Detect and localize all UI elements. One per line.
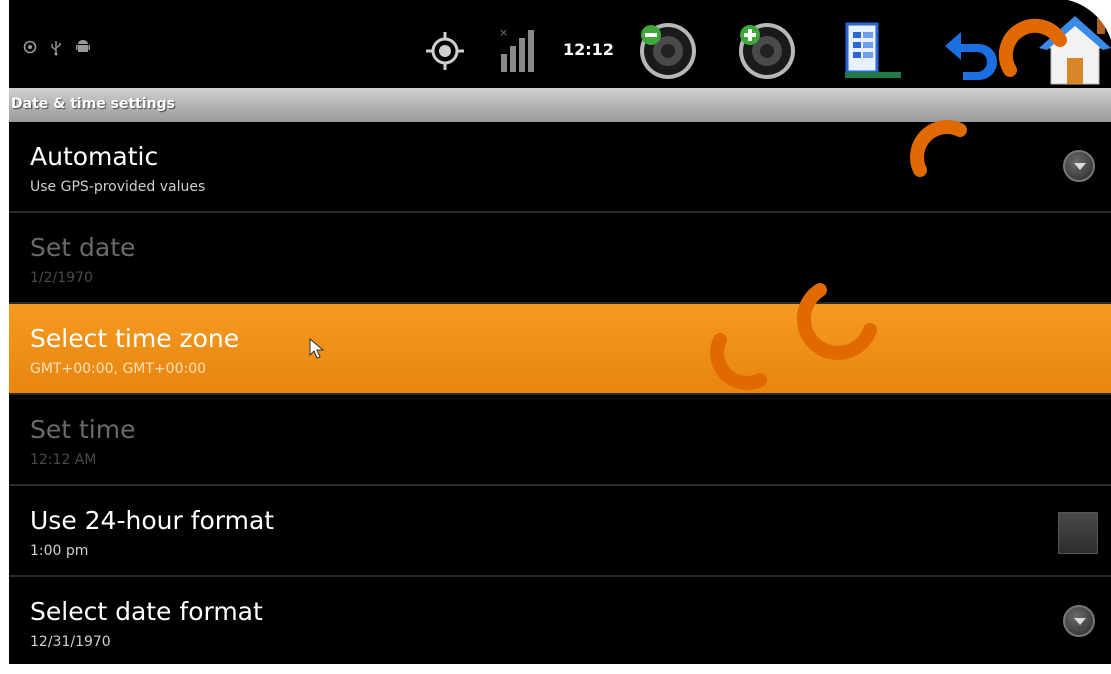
volume-up-icon[interactable] [736, 20, 798, 86]
dropdown-arrow-icon[interactable] [1063, 150, 1095, 182]
gps-icon [424, 30, 466, 76]
setting-subtitle: Use GPS-provided values [30, 179, 206, 195]
setting-automatic[interactable]: Automatic Use GPS-provided values [9, 122, 1111, 213]
notification-icons [23, 40, 90, 56]
android-debug-icon [75, 40, 90, 54]
setting-title: Select date format [30, 597, 263, 626]
setting-title: Automatic [30, 142, 159, 171]
back-icon[interactable] [941, 24, 1003, 84]
device-screen: × 12:12 Date & time settings Automatic U… [9, 0, 1111, 664]
setting-subtitle: 12/31/1970 [30, 634, 111, 650]
setting-use-24-hour-format[interactable]: Use 24-hour format 1:00 pm [9, 486, 1111, 577]
home-icon[interactable] [1039, 14, 1111, 92]
setting-title: Set time [30, 415, 136, 444]
setting-subtitle: 12:12 AM [30, 452, 97, 468]
settings-list: Automatic Use GPS-provided values Set da… [9, 122, 1111, 664]
status-bar: × 12:12 [9, 0, 1111, 88]
status-clock: 12:12 [563, 40, 614, 59]
setting-select-date-format[interactable]: Select date format 12/31/1970 [9, 577, 1111, 664]
menu-icon[interactable] [841, 20, 903, 86]
dropdown-arrow-icon[interactable] [1063, 605, 1095, 637]
setting-subtitle: GMT+00:00, GMT+00:00 [30, 361, 207, 377]
setting-title: Select time zone [30, 324, 240, 353]
title-bar: Date & time settings [9, 88, 1111, 122]
setting-set-time: Set time 12:12 AM [9, 395, 1111, 486]
usb-icon [49, 40, 63, 56]
setting-subtitle: 1/2/1970 [30, 270, 93, 286]
page-title: Date & time settings [11, 96, 175, 112]
setting-title: Set date [30, 233, 136, 262]
settings-icon [23, 40, 37, 54]
volume-down-icon[interactable] [637, 20, 699, 86]
checkbox-24-hour[interactable] [1058, 512, 1098, 554]
setting-set-date: Set date 1/2/1970 [9, 213, 1111, 304]
setting-select-time-zone[interactable]: Select time zone GMT+00:00, GMT+00:00 [9, 304, 1111, 395]
svg-text:×: × [499, 26, 508, 39]
setting-title: Use 24-hour format [30, 506, 275, 535]
setting-subtitle: 1:00 pm [30, 543, 89, 559]
mouse-pointer-icon [309, 337, 325, 364]
signal-icon: × [497, 24, 543, 78]
